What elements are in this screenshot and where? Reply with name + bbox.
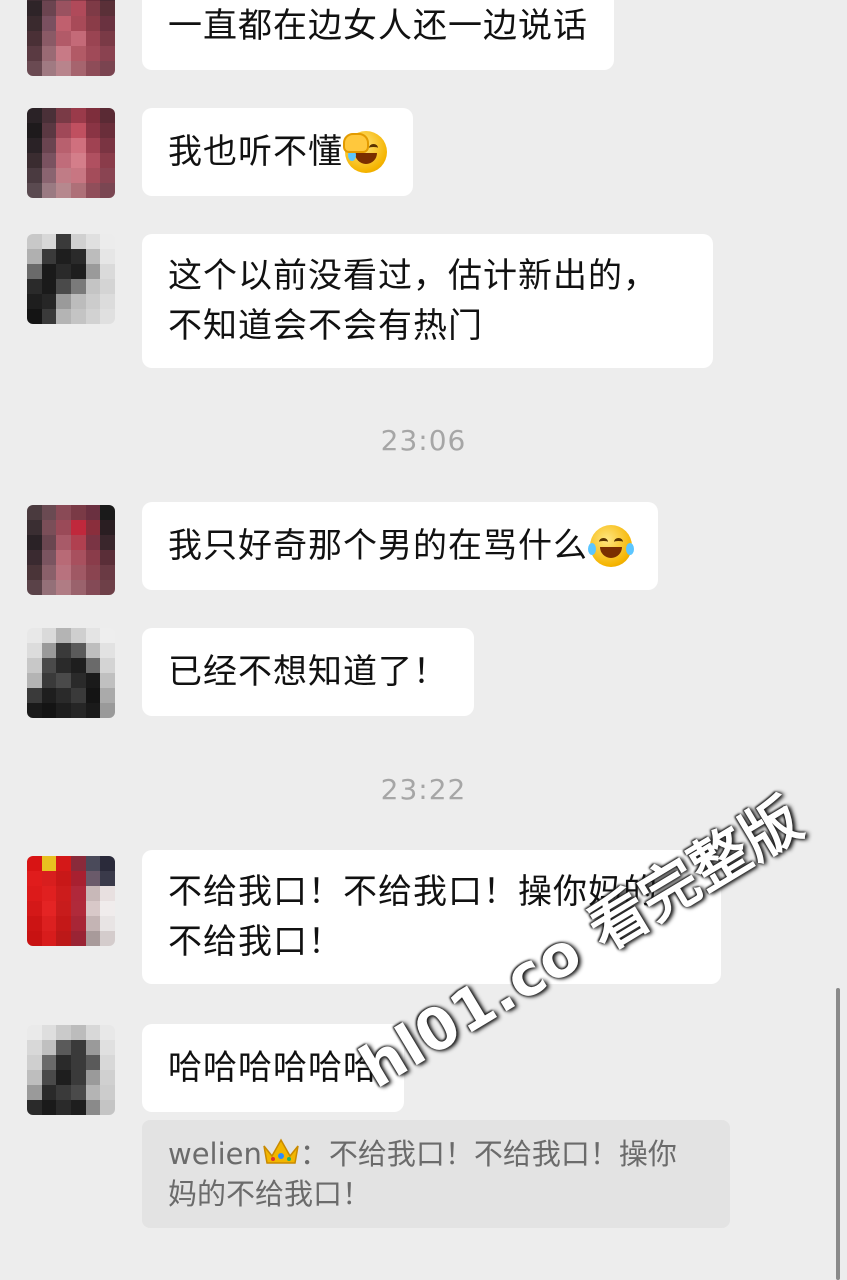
quote-author: welien: [168, 1137, 262, 1171]
message-text: 我只好奇那个男的在骂什么: [168, 526, 588, 566]
timestamp: 23:06: [380, 424, 467, 457]
message-text: 这个以前没看过，估计新出的， 不知道会不会有热门: [168, 256, 658, 346]
message-text: 已经不想知道了！: [168, 652, 448, 692]
avatar[interactable]: [27, 0, 115, 76]
quote-separator: ：: [299, 1137, 329, 1171]
avatar[interactable]: [27, 505, 115, 595]
message-text: 我也听不懂: [168, 132, 343, 172]
message-bubble[interactable]: 我也听不懂: [142, 108, 413, 196]
avatar[interactable]: [27, 1025, 115, 1115]
quoted-message[interactable]: welien ：不给我口！不给我口！操你妈的不给我口！: [142, 1120, 730, 1228]
message-bubble[interactable]: 我只好奇那个男的在骂什么: [142, 502, 658, 590]
tears-of-joy-emoji-icon: [588, 525, 634, 567]
crown-icon: [262, 1136, 300, 1164]
message-text: 哈哈哈哈哈哈: [168, 1048, 378, 1088]
facepalm-emoji-icon: [343, 131, 387, 173]
scrollbar[interactable]: [836, 988, 840, 1280]
timestamp: 23:22: [380, 773, 467, 806]
avatar[interactable]: [27, 108, 115, 198]
chat-window[interactable]: 一直都在边女人还一边说话 我也听不懂 这个以前没看过，估计新出的， 不知道会不会…: [0, 0, 847, 1280]
message-bubble[interactable]: 已经不想知道了！: [142, 628, 474, 716]
message-bubble[interactable]: 这个以前没看过，估计新出的， 不知道会不会有热门: [142, 234, 713, 368]
avatar[interactable]: [27, 234, 115, 324]
message-bubble[interactable]: 一直都在边女人还一边说话: [142, 0, 614, 70]
message-text: 一直都在边女人还一边说话: [168, 6, 588, 46]
avatar[interactable]: [27, 628, 115, 718]
avatar[interactable]: [27, 856, 115, 946]
